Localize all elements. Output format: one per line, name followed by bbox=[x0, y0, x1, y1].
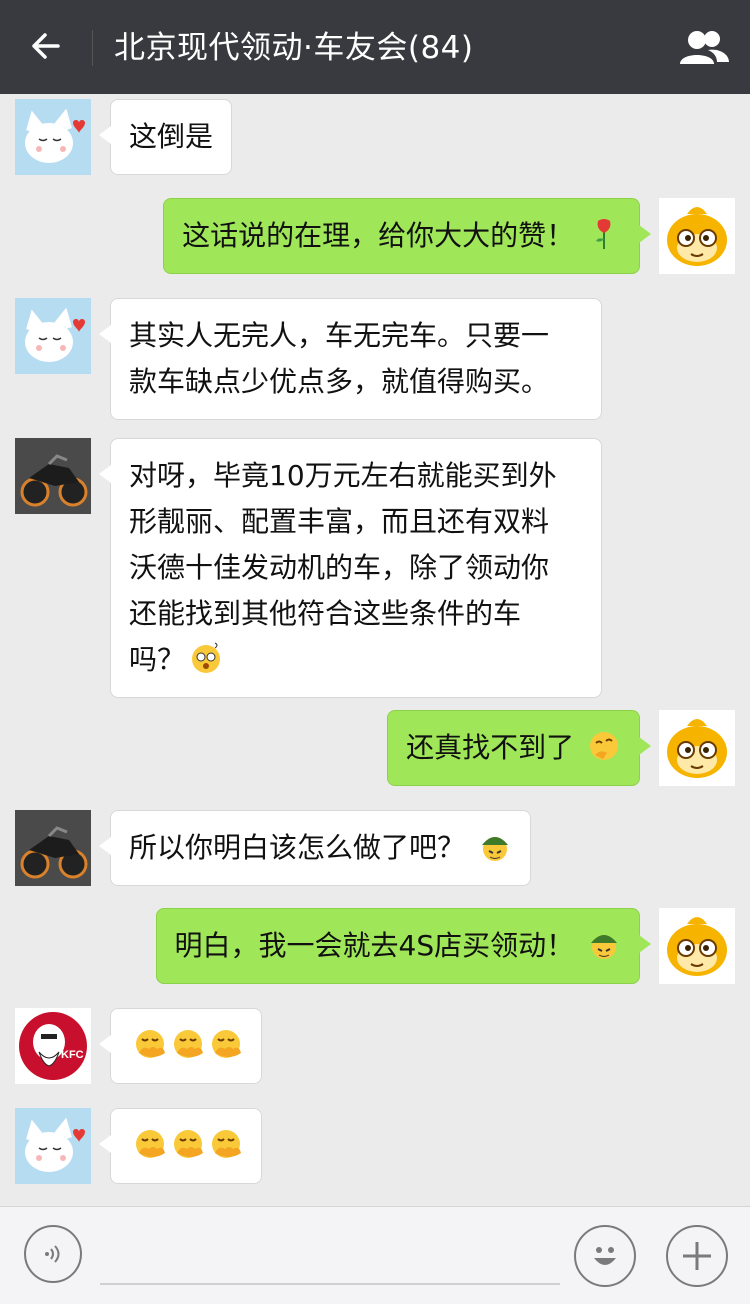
chat-title: 北京现代领动·车友会(84) bbox=[114, 30, 474, 66]
covered-mouth-laugh-icon bbox=[212, 1130, 241, 1158]
message-line: 还能找到其他符合这些条件的车 bbox=[129, 597, 522, 630]
message-bubble[interactable]: 明白，我一会就去4S店买领动！ bbox=[155, 908, 651, 984]
message-row: 所以你明白该怎么做了吧？ bbox=[0, 808, 750, 888]
covered-mouth-laugh-icon bbox=[174, 1130, 203, 1158]
plus-icon bbox=[683, 1242, 711, 1270]
message-text: 吗？ bbox=[129, 643, 186, 676]
covered-mouth-laugh-icon bbox=[136, 1030, 165, 1058]
message-text: 这话说的在理，给你大大的赞！ bbox=[182, 219, 575, 252]
voice-button[interactable] bbox=[24, 1225, 82, 1283]
message-bubble[interactable]: 这话说的在理，给你大大的赞！ bbox=[163, 198, 651, 274]
rose-icon bbox=[596, 219, 611, 249]
message-line: 沃德十佳发动机的车，除了领动你 bbox=[129, 551, 550, 584]
message-bubble[interactable] bbox=[99, 1008, 262, 1084]
motorcycle-avatar[interactable] bbox=[15, 438, 91, 514]
message-text: 所以你明白该怎么做了吧？ bbox=[129, 831, 466, 864]
message-row bbox=[0, 1106, 750, 1186]
voice-icon bbox=[45, 1245, 60, 1263]
input-bar bbox=[0, 1206, 750, 1304]
message-line: 吗？ bbox=[129, 637, 583, 683]
message-bubble[interactable] bbox=[99, 1108, 262, 1184]
arrow-left-icon bbox=[32, 33, 60, 59]
people-icon bbox=[680, 31, 729, 64]
message-line: 对呀，毕竟10万元左右就能买到外 bbox=[129, 459, 557, 492]
group-members-button[interactable] bbox=[676, 24, 732, 72]
cat-avatar[interactable] bbox=[15, 1108, 91, 1184]
message-bubble[interactable]: 这倒是 bbox=[98, 99, 233, 175]
message-line: 形靓丽、配置丰富，而且还有双料 bbox=[129, 505, 550, 538]
kfc-avatar[interactable]: KFC bbox=[15, 1008, 91, 1084]
cat-avatar[interactable] bbox=[15, 99, 91, 175]
covered-mouth-laugh-icon bbox=[174, 1030, 203, 1058]
header-divider bbox=[92, 30, 93, 66]
message-text: 明白，我一会就去4S店买领动！ bbox=[174, 929, 575, 962]
thinking-face-icon bbox=[590, 732, 618, 760]
more-button[interactable] bbox=[666, 1225, 728, 1287]
message-bubble[interactable]: 还真找不到了 bbox=[387, 710, 651, 786]
covered-mouth-laugh-icon bbox=[212, 1030, 241, 1058]
message-row: KFC bbox=[0, 1006, 750, 1086]
emoji-button[interactable] bbox=[574, 1225, 636, 1287]
message-row: 明白，我一会就去4S店买领动！ bbox=[0, 908, 750, 988]
motorcycle-avatar[interactable] bbox=[15, 810, 91, 886]
monkey-avatar[interactable] bbox=[659, 710, 735, 786]
message-row: 还真找不到了 bbox=[0, 710, 750, 790]
monkey-avatar[interactable] bbox=[659, 198, 735, 274]
message-text: 还真找不到了 bbox=[406, 731, 575, 764]
cat-avatar[interactable] bbox=[15, 298, 91, 374]
army-helmet-face-icon bbox=[481, 837, 508, 861]
chat-area[interactable]: 这倒是 这话说的在理，给你大大的赞！ 其实人无完人，车无完车。只要一 款车缺点少… bbox=[0, 94, 750, 1206]
message-bubble[interactable]: 其实人无完人，车无完车。只要一 款车缺点少优点多，就值得购买。 bbox=[99, 298, 602, 420]
message-row: 其实人无完人，车无完车。只要一 款车缺点少优点多，就值得购买。 bbox=[0, 296, 750, 420]
back-button[interactable] bbox=[22, 22, 70, 70]
message-line: 其实人无完人，车无完车。只要一 bbox=[129, 319, 550, 352]
message-row: 对呀，毕竟10万元左右就能买到外 形靓丽、配置丰富，而且还有双料 沃德十佳发动机… bbox=[0, 436, 750, 698]
message-text: 这倒是 bbox=[129, 120, 214, 153]
message-row: 这倒是 bbox=[0, 94, 750, 184]
army-helmet-face-icon bbox=[591, 935, 617, 959]
message-bubble[interactable]: 所以你明白该怎么做了吧？ bbox=[99, 810, 531, 886]
chat-header: 北京现代领动·车友会(84) bbox=[0, 0, 750, 94]
kfc-logo-text: KFC bbox=[61, 1049, 84, 1061]
message-input[interactable] bbox=[100, 1283, 560, 1285]
message-row: 这话说的在理，给你大大的赞！ bbox=[0, 198, 750, 278]
message-line: 款车缺点少优点多，就值得购买。 bbox=[129, 365, 550, 398]
covered-mouth-laugh-icon bbox=[136, 1130, 165, 1158]
monkey-avatar[interactable] bbox=[659, 908, 735, 984]
smiley-icon bbox=[594, 1247, 616, 1265]
message-bubble[interactable]: 对呀，毕竟10万元左右就能买到外 形靓丽、配置丰富，而且还有双料 沃德十佳发动机… bbox=[99, 438, 602, 698]
dizzy-face-icon bbox=[192, 642, 221, 673]
